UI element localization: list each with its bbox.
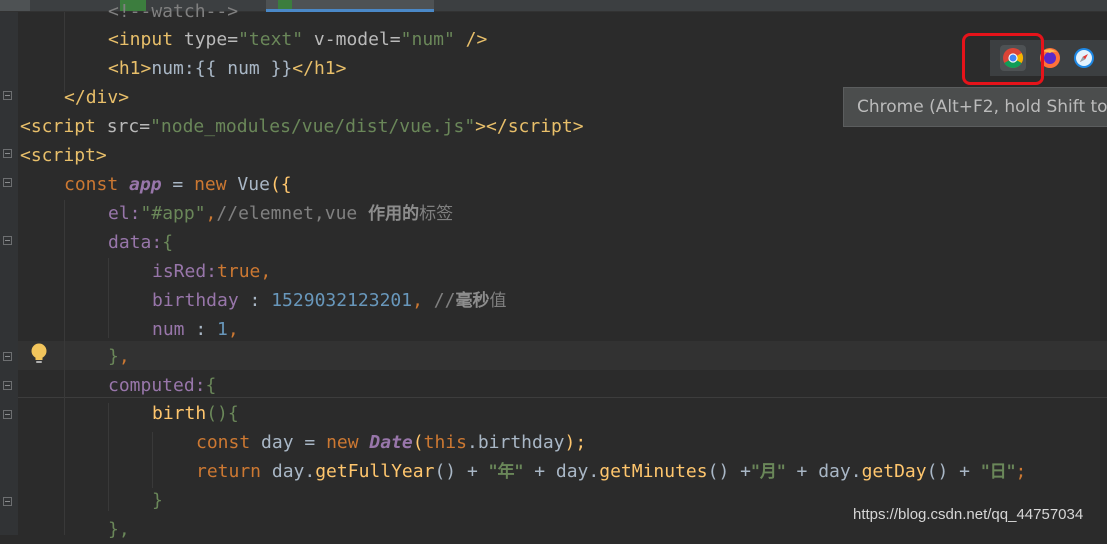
code-line: const day = new Date(this.birthday);	[196, 432, 587, 453]
code-line: const app = new Vue({	[64, 174, 292, 195]
lightbulb-icon[interactable]	[29, 342, 49, 366]
indent-guide	[152, 432, 153, 488]
fold-marker-icon[interactable]	[3, 236, 12, 245]
fold-marker-icon[interactable]	[3, 149, 12, 158]
editor-gutter	[0, 12, 18, 535]
indent-guide	[108, 403, 109, 511]
fold-marker-icon[interactable]	[3, 381, 12, 390]
fold-marker-icon[interactable]	[3, 91, 12, 100]
fold-marker-icon[interactable]	[3, 410, 12, 419]
code-line: el:"#app",//elemnet,vue 作用的标签	[108, 203, 454, 224]
code-line: <script>	[20, 145, 107, 166]
fold-marker-icon[interactable]	[3, 352, 12, 361]
indent-guide	[64, 200, 65, 535]
code-line: }	[152, 490, 163, 511]
watermark: https://blog.csdn.net/qq_44757034	[853, 506, 1084, 523]
code-line: birth(){	[152, 403, 239, 424]
safari-icon[interactable]	[1071, 45, 1097, 71]
indent-guide	[64, 12, 65, 92]
caret-row-highlight	[18, 341, 1107, 370]
code-line: <h1>num:{{ num }}</h1>	[108, 58, 347, 79]
code-line: data:{	[108, 232, 174, 253]
code-line: computed:{	[108, 375, 217, 396]
code-line: isRed:true,	[152, 261, 272, 282]
code-line: num : 1,	[152, 319, 239, 340]
fold-marker-icon[interactable]	[3, 178, 12, 187]
editor-tab-active[interactable]	[266, 0, 434, 12]
annotation-highlight-box	[962, 33, 1044, 85]
indent-guide	[108, 258, 109, 338]
code-line: </div>	[64, 87, 130, 108]
code-line: },	[108, 519, 130, 540]
code-line: },	[108, 346, 130, 367]
code-line: return day.getFullYear() + "年" + day.get…	[196, 461, 1027, 482]
code-line: <!--watch-->	[108, 1, 239, 22]
code-line: birthday : 1529032123201, //毫秒值	[152, 290, 507, 311]
code-line: <script src="node_modules/vue/dist/vue.j…	[20, 116, 584, 137]
code-line: <input type="text" v-model="num" />	[108, 29, 488, 50]
editor-tab[interactable]	[0, 0, 30, 11]
browser-tooltip: Chrome (Alt+F2, hold Shift to o	[843, 87, 1107, 127]
fold-marker-icon[interactable]	[3, 497, 12, 506]
file-type-icon	[278, 0, 292, 9]
